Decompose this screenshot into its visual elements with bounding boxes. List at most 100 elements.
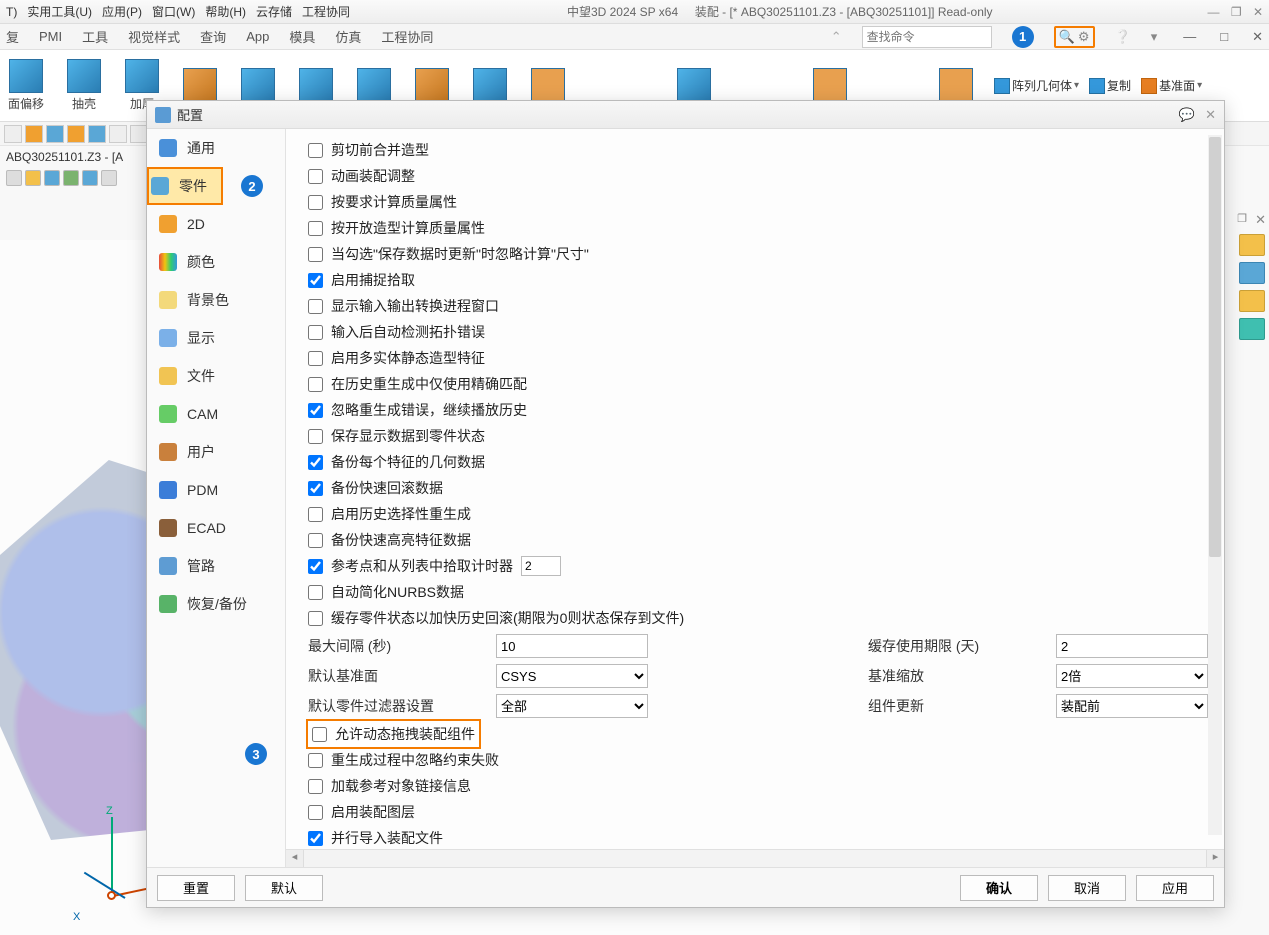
- hscroll-left[interactable]: ◂: [286, 850, 304, 867]
- hscroll-track[interactable]: [304, 850, 1206, 867]
- tab-pmi[interactable]: PMI: [39, 29, 62, 44]
- cmd-face-offset[interactable]: 面偏移: [6, 59, 46, 112]
- cmd-10[interactable]: [528, 68, 568, 104]
- cmd-copy[interactable]: 复制: [1089, 77, 1131, 94]
- menu-utilities[interactable]: 实用工具(U): [27, 3, 92, 20]
- qb-1[interactable]: [4, 125, 22, 143]
- cat-display[interactable]: 显示: [147, 319, 285, 357]
- scrollbar-thumb[interactable]: [1209, 137, 1221, 557]
- restore-icon[interactable]: ❐: [1231, 5, 1242, 19]
- menu-cloud[interactable]: 云存储: [256, 3, 292, 20]
- cat-file[interactable]: 文件: [147, 357, 285, 395]
- qb-3[interactable]: [46, 125, 64, 143]
- config-scroll[interactable]: 剪切前合并造型动画装配调整按要求计算质量属性按开放造型计算质量属性当勾选"保存数…: [286, 129, 1224, 849]
- mt-1[interactable]: [6, 170, 22, 186]
- cat-pipe[interactable]: 管路: [147, 547, 285, 585]
- menu-t[interactable]: T): [6, 5, 17, 19]
- mt-5[interactable]: [82, 170, 98, 186]
- palette-item-3[interactable]: [1239, 290, 1265, 312]
- cat-cam[interactable]: CAM: [147, 395, 285, 433]
- qb-2[interactable]: [25, 125, 43, 143]
- cmd-shell[interactable]: 抽壳: [64, 59, 104, 112]
- formA-select-1[interactable]: CSYS: [496, 664, 648, 688]
- apply-button[interactable]: 应用: [1136, 875, 1214, 901]
- chk-4[interactable]: [308, 247, 323, 262]
- cmd-4[interactable]: [180, 68, 220, 104]
- collapse-icon[interactable]: ⌃: [831, 29, 842, 45]
- formA-input-0[interactable]: [496, 634, 648, 658]
- tab-query[interactable]: 查询: [200, 27, 226, 46]
- palette-item-1[interactable]: [1239, 234, 1265, 256]
- tab-tools[interactable]: 工具: [82, 27, 108, 46]
- cat-general[interactable]: 通用: [147, 129, 285, 167]
- tab-sim[interactable]: 仿真: [335, 27, 361, 46]
- cmd-6[interactable]: [296, 68, 336, 104]
- tab-app[interactable]: App: [246, 29, 269, 44]
- chk-pick-timer[interactable]: [308, 559, 323, 574]
- close-panel-icon[interactable]: ✕: [1255, 212, 1266, 228]
- formA-select-2[interactable]: 全部: [496, 694, 648, 718]
- cmd-12[interactable]: [810, 68, 850, 104]
- chk-15[interactable]: [308, 533, 323, 548]
- mt-3[interactable]: [44, 170, 60, 186]
- horizontal-scrollbar[interactable]: ◂ ▸: [286, 849, 1224, 867]
- cancel-button[interactable]: 取消: [1048, 875, 1126, 901]
- cat-2d[interactable]: 2D: [147, 205, 285, 243]
- reset-button[interactable]: 重置: [157, 875, 235, 901]
- cmd-11[interactable]: [674, 68, 714, 104]
- ok-button[interactable]: 确认: [960, 875, 1038, 901]
- formB-input-0[interactable]: [1056, 634, 1208, 658]
- cmd-9[interactable]: [470, 68, 510, 104]
- inner-restore-icon[interactable]: □: [1220, 29, 1228, 44]
- default-button[interactable]: 默认: [245, 875, 323, 901]
- chk-11[interactable]: [308, 429, 323, 444]
- chk-12[interactable]: [308, 455, 323, 470]
- chk2-0[interactable]: [312, 727, 327, 742]
- cmd-13[interactable]: [936, 68, 976, 104]
- cmd-5[interactable]: [238, 68, 278, 104]
- chk-14[interactable]: [308, 507, 323, 522]
- mt-4[interactable]: [63, 170, 79, 186]
- tab-mold[interactable]: 模具: [289, 27, 315, 46]
- help-icon[interactable]: ❔: [1115, 29, 1131, 45]
- cat-color[interactable]: 颜色: [147, 243, 285, 281]
- gear-icon[interactable]: ⚙: [1078, 29, 1090, 45]
- cmd-pattern[interactable]: 阵列几何体: [994, 77, 1079, 94]
- chk-3[interactable]: [308, 221, 323, 236]
- palette-item-4[interactable]: [1239, 318, 1265, 340]
- formB-select-1[interactable]: 2倍: [1056, 664, 1208, 688]
- mt-6[interactable]: [101, 170, 117, 186]
- inner-close-icon[interactable]: ✕: [1252, 29, 1263, 45]
- chk-9[interactable]: [308, 377, 323, 392]
- palette-item-2[interactable]: [1239, 262, 1265, 284]
- minimize-icon[interactable]: —: [1207, 5, 1219, 19]
- search-input[interactable]: [862, 26, 992, 48]
- hscroll-right[interactable]: ▸: [1206, 850, 1224, 867]
- pick-timer-value[interactable]: [521, 556, 561, 576]
- menu-collab[interactable]: 工程协同: [302, 3, 350, 20]
- chk-8[interactable]: [308, 351, 323, 366]
- cat-part[interactable]: 零件: [147, 167, 223, 205]
- vertical-scrollbar[interactable]: [1208, 135, 1222, 835]
- menu-window[interactable]: 窗口(W): [152, 3, 195, 20]
- chk-7[interactable]: [308, 325, 323, 340]
- formB-select-2[interactable]: 装配前: [1056, 694, 1208, 718]
- tab-fu[interactable]: 复: [6, 27, 19, 46]
- cmd-8[interactable]: [412, 68, 452, 104]
- chk2-2[interactable]: [308, 779, 323, 794]
- cat-pdm[interactable]: PDM: [147, 471, 285, 509]
- cmd-7[interactable]: [354, 68, 394, 104]
- cat-backup[interactable]: 恢复/备份: [147, 585, 285, 623]
- chk-0[interactable]: [308, 143, 323, 158]
- chk-5[interactable]: [308, 273, 323, 288]
- chk-cache[interactable]: [308, 611, 323, 626]
- tab-visual[interactable]: 视觉样式: [128, 27, 180, 46]
- chat-icon[interactable]: 💬: [1179, 107, 1195, 123]
- chk2-4[interactable]: [308, 831, 323, 846]
- chk-1[interactable]: [308, 169, 323, 184]
- chk2-3[interactable]: [308, 805, 323, 820]
- tab-collab[interactable]: 工程协同: [381, 27, 433, 46]
- inner-min-icon[interactable]: —: [1183, 29, 1196, 44]
- chk-13[interactable]: [308, 481, 323, 496]
- cat-ecad[interactable]: ECAD: [147, 509, 285, 547]
